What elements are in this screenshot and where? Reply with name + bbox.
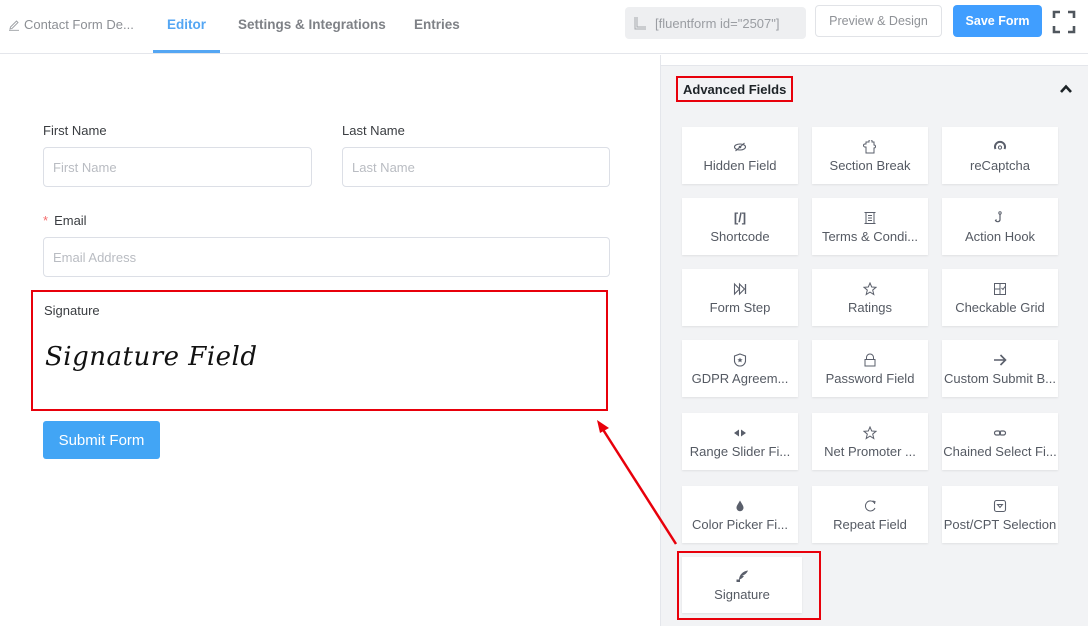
grid-check-icon bbox=[994, 282, 1006, 295]
droplet-icon bbox=[736, 500, 744, 511]
field-card-label: Color Picker Fi... bbox=[691, 516, 789, 532]
field-card-label: Custom Submit B... bbox=[944, 370, 1056, 386]
field-card-action-hook[interactable]: Action Hook bbox=[942, 198, 1058, 255]
save-form-button[interactable]: Save Form bbox=[953, 5, 1042, 37]
shortcode-copy[interactable]: [fluentform id="2507"] bbox=[625, 7, 806, 39]
field-card-color-picker[interactable]: Color Picker Fi... bbox=[682, 486, 798, 543]
field-card-chained-select[interactable]: Chained Select Fi... bbox=[942, 413, 1058, 470]
fields-sidebar: Advanced Fields Hidden Field Section Bre… bbox=[660, 55, 1088, 626]
field-card-label: Password Field bbox=[825, 370, 915, 386]
field-card-ratings[interactable]: Ratings bbox=[812, 269, 928, 326]
dropdown-box-icon bbox=[993, 499, 1007, 512]
tab-settings-integrations[interactable]: Settings & Integrations bbox=[238, 17, 386, 32]
active-tab-indicator bbox=[153, 50, 220, 53]
field-card-repeat-field[interactable]: Repeat Field bbox=[812, 486, 928, 543]
field-card-label: Checkable Grid bbox=[955, 299, 1045, 315]
refresh-icon bbox=[864, 499, 876, 511]
field-card-custom-submit-button[interactable]: Custom Submit B... bbox=[942, 340, 1058, 397]
arrow-right-icon bbox=[994, 353, 1007, 366]
field-card-gdpr-agreement[interactable]: GDPR Agreem... bbox=[682, 340, 798, 397]
field-card-recaptcha[interactable]: reCaptcha bbox=[942, 127, 1058, 184]
link-icon bbox=[993, 429, 1007, 436]
step-forward-icon bbox=[733, 282, 747, 295]
email-label: * Email bbox=[43, 213, 87, 228]
field-card-label: Post/CPT Selection bbox=[943, 516, 1057, 532]
required-asterisk: * bbox=[43, 213, 49, 228]
submit-form-button[interactable]: Submit Form bbox=[43, 421, 160, 459]
field-card-label: Net Promoter ... bbox=[824, 443, 916, 459]
last-name-label: Last Name bbox=[342, 123, 405, 138]
field-card-checkable-grid[interactable]: Checkable Grid bbox=[942, 269, 1058, 326]
pencil-icon bbox=[9, 19, 19, 31]
advanced-fields-title[interactable]: Advanced Fields bbox=[676, 76, 794, 102]
star-icon bbox=[863, 281, 877, 296]
puzzle-icon bbox=[863, 139, 876, 153]
field-card-label: Action Hook bbox=[964, 228, 1036, 244]
field-card-label: Repeat Field bbox=[833, 516, 907, 532]
email-label-text: Email bbox=[54, 213, 87, 228]
email-input[interactable]: Email Address bbox=[43, 237, 610, 277]
lock-icon bbox=[864, 353, 876, 366]
field-card-net-promoter[interactable]: Net Promoter ... bbox=[812, 413, 928, 470]
field-card-label: Hidden Field bbox=[703, 157, 777, 173]
field-card-label: Form Step bbox=[709, 299, 771, 315]
field-card-label: reCaptcha bbox=[970, 157, 1030, 173]
tab-editor[interactable]: Editor bbox=[167, 17, 206, 32]
field-card-label: Chained Select Fi... bbox=[943, 443, 1057, 459]
signature-preview: Signature Field bbox=[45, 342, 258, 372]
field-card-label: Terms & Condi... bbox=[821, 228, 919, 244]
eye-slash-icon bbox=[733, 142, 747, 151]
field-card-range-slider[interactable]: Range Slider Fi... bbox=[682, 413, 798, 470]
form-editor-canvas: First Name First Name Last Name Last Nam… bbox=[0, 55, 660, 626]
field-card-post-cpt-selection[interactable]: Post/CPT Selection bbox=[942, 486, 1058, 543]
signature-card-highlight bbox=[677, 551, 821, 620]
field-card-terms-conditions[interactable]: Terms & Condi... bbox=[812, 198, 928, 255]
field-card-label: GDPR Agreem... bbox=[691, 370, 789, 386]
field-card-label: Shortcode bbox=[710, 228, 770, 244]
shortcode-text: [fluentform id="2507"] bbox=[655, 15, 780, 31]
last-name-input[interactable]: Last Name bbox=[342, 147, 610, 187]
shield-icon bbox=[733, 352, 747, 367]
hook-icon bbox=[994, 210, 1002, 222]
shortcode-icon: [/] bbox=[733, 210, 747, 225]
signature-field-highlight[interactable]: Signature Signature Field bbox=[31, 290, 608, 411]
form-title[interactable]: Contact Form De... bbox=[8, 17, 134, 32]
fullscreen-icon[interactable] bbox=[1052, 10, 1076, 34]
field-card-label: Ratings bbox=[847, 299, 893, 315]
signature-label: Signature bbox=[44, 303, 100, 318]
range-arrows-icon bbox=[734, 429, 746, 436]
copy-icon bbox=[634, 17, 646, 30]
field-card-password-field[interactable]: Password Field bbox=[812, 340, 928, 397]
field-card-label: Range Slider Fi... bbox=[689, 443, 791, 459]
field-card-shortcode[interactable]: [/] Shortcode bbox=[682, 198, 798, 255]
recaptcha-icon bbox=[994, 140, 1006, 150]
form-title-text: Contact Form De... bbox=[24, 17, 134, 32]
preview-design-button[interactable]: Preview & Design bbox=[815, 5, 942, 37]
star-outline-icon bbox=[863, 425, 877, 440]
top-bar: Contact Form De... Editor Settings & Int… bbox=[0, 0, 1088, 54]
field-card-hidden-field[interactable]: Hidden Field bbox=[682, 127, 798, 184]
first-name-input[interactable]: First Name bbox=[43, 147, 312, 187]
field-card-form-step[interactable]: Form Step bbox=[682, 269, 798, 326]
tab-entries[interactable]: Entries bbox=[414, 17, 460, 32]
first-name-label: First Name bbox=[43, 123, 107, 138]
chevron-up-icon[interactable] bbox=[1059, 82, 1073, 96]
field-card-section-break[interactable]: Section Break bbox=[812, 127, 928, 184]
sidebar-top-strip bbox=[661, 55, 1088, 66]
scroll-icon bbox=[864, 211, 876, 224]
field-card-label: Section Break bbox=[829, 157, 911, 173]
